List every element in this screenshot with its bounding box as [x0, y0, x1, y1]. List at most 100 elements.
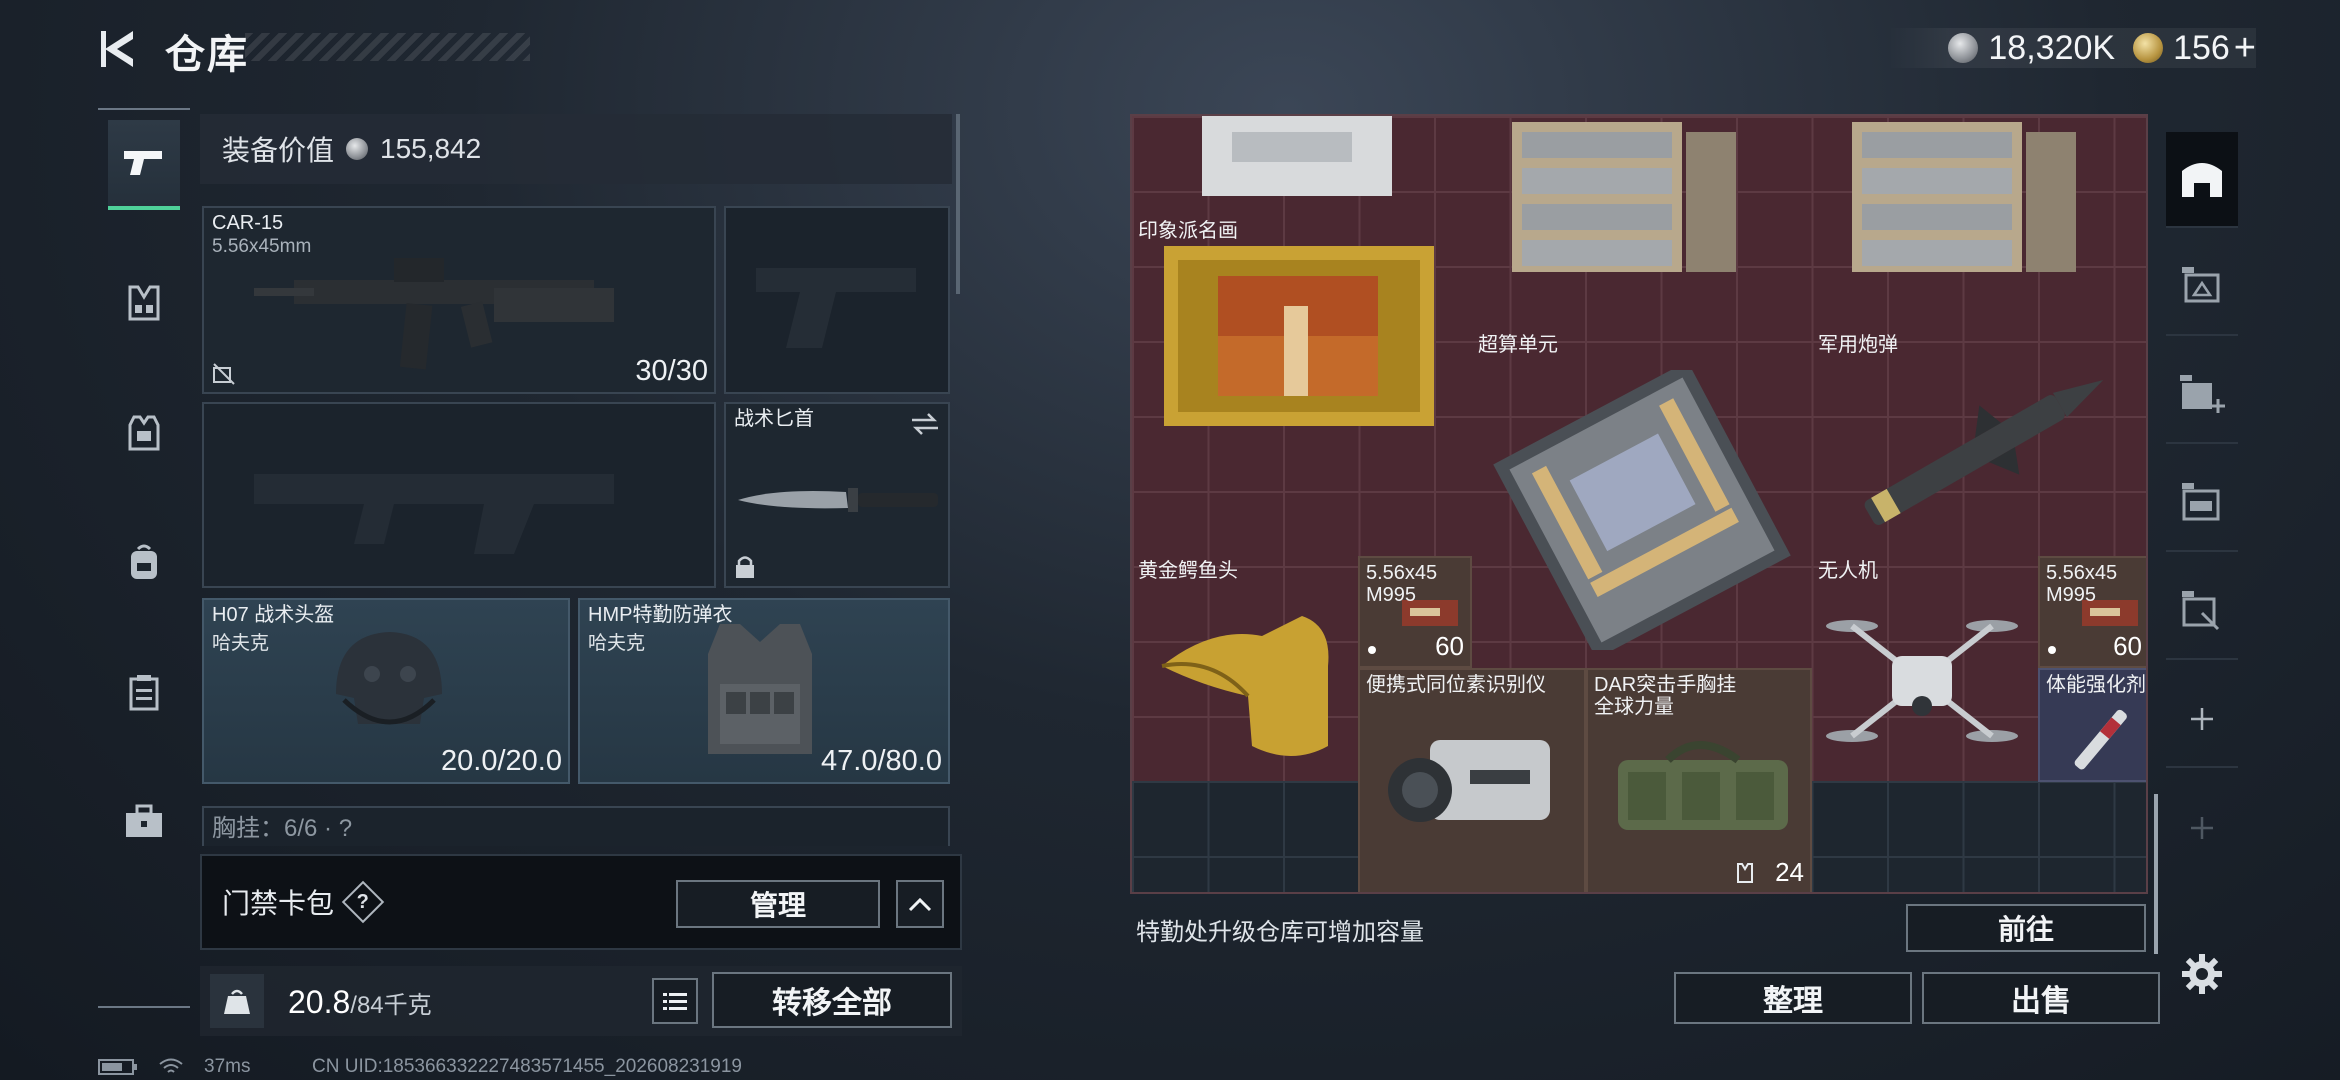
nav-armor[interactable] — [108, 388, 180, 478]
status-bar: 37ms — [98, 1056, 250, 1078]
manage-button[interactable]: 管理 — [676, 880, 880, 928]
stash-item-dar-rig[interactable]: DAR突击手胸挂 全球力量 24 — [1586, 668, 1812, 892]
briefcase-icon — [126, 804, 162, 837]
stash-tab-3[interactable] — [2166, 348, 2238, 444]
item-dot-indicator — [1368, 646, 1376, 654]
add-currency-button[interactable]: + — [2234, 27, 2256, 70]
stash-folder-icon — [2182, 483, 2220, 521]
stash-item-isotope[interactable]: 便携式同位素识别仪 — [1358, 668, 1586, 892]
stash-tab-2[interactable] — [2166, 240, 2238, 336]
item-name: 军用炮弹 — [1818, 334, 1898, 356]
pouch-icon — [129, 675, 159, 711]
equipment-value-label: 装备价值 — [222, 135, 335, 166]
gold-amount: 156 — [2173, 28, 2230, 67]
weight-current: 20.8 — [288, 984, 351, 1020]
rifle-silhouette-icon — [254, 474, 614, 554]
weight-max: /84千克 — [350, 992, 432, 1019]
list-button[interactable] — [652, 978, 698, 1024]
helmet-durability: 20.0/20.0 — [441, 745, 562, 777]
stash-item-painting[interactable]: 印象派名画 — [1132, 216, 1472, 434]
back-button[interactable] — [96, 26, 142, 72]
nav-chest-rig[interactable] — [108, 258, 180, 348]
stash-item-ammo-2[interactable]: 5.56x45 M995 60 — [2038, 556, 2146, 668]
pistol-silhouette-icon — [756, 268, 916, 348]
ping-value: 37ms — [204, 1056, 251, 1077]
stash-tab-5[interactable] — [2166, 564, 2238, 660]
backpack-icon — [131, 544, 157, 579]
top-bar: 仓库 18,320K 156 + — [0, 0, 2340, 100]
item-name: 体能强化剂 — [2046, 674, 2146, 696]
lock-icon — [736, 556, 754, 578]
power-unit-image — [1852, 122, 2076, 272]
item-name: 印象派名画 — [1138, 220, 1238, 242]
slot-secondary-weapon-empty[interactable] — [202, 402, 716, 588]
armor-brand: 哈夫克 — [588, 633, 646, 654]
page-title: 仓库 — [165, 33, 249, 77]
equipment-scrollbar[interactable] — [956, 114, 960, 294]
gold-coin-icon — [2133, 33, 2164, 63]
stash-item-partial-3[interactable] — [1812, 116, 2146, 334]
nav-case[interactable] — [108, 776, 180, 866]
stash-item-stamina[interactable]: 体能强化剂 — [2038, 668, 2146, 782]
sort-button[interactable]: 整理 — [1674, 972, 1912, 1024]
slot-chest-rig[interactable]: 胸挂：6/6 · ? — [202, 806, 950, 846]
goto-button[interactable]: 前往 — [1906, 904, 2146, 952]
transfer-all-button[interactable]: 转移全部 — [712, 972, 952, 1028]
help-button[interactable]: ? — [341, 880, 385, 924]
equipment-value: 155,842 — [380, 133, 482, 164]
nav-rail-bottom — [98, 1006, 190, 1008]
power-unit-image — [1512, 122, 1736, 272]
settings-button[interactable] — [2166, 926, 2238, 1022]
pistol-icon — [124, 151, 162, 175]
stash-item-ammo-1[interactable]: 5.56x45 M995 60 — [1358, 556, 1472, 668]
slot-melee[interactable]: 战术匕首 — [724, 402, 950, 588]
item-name: 5.56x45 M995 — [2046, 562, 2123, 606]
stash-item-partial-2[interactable] — [1472, 116, 1812, 334]
stash-item-supercomputer[interactable]: 超算单元 — [1472, 330, 1812, 660]
stash-item-gold-croc[interactable]: 黄金鳄鱼头 — [1132, 556, 1358, 782]
slot-sidearm-empty[interactable] — [724, 206, 950, 394]
weight-bar: 20.8/84千克 转移全部 — [200, 966, 962, 1036]
item-name: 5.56x45 M995 — [1366, 562, 1443, 606]
help-icon: ? — [356, 890, 370, 913]
card-bag-label: 门禁卡包 — [222, 888, 335, 919]
item-name: 无人机 — [1818, 560, 1878, 582]
stash-tab-add[interactable] — [2166, 672, 2238, 768]
stash-item-shell[interactable]: 军用炮弹 — [1812, 330, 2146, 560]
stash-item-drone[interactable]: 无人机 — [1812, 556, 2038, 782]
stash-tab-main[interactable] — [2166, 132, 2238, 228]
nav-pouch[interactable] — [108, 648, 180, 738]
item-name: 黄金鳄鱼头 — [1138, 560, 1238, 582]
stash-tools-icon — [2182, 591, 2220, 631]
silver-coin-icon — [346, 138, 369, 160]
nav-rail-top — [98, 108, 190, 110]
armor-durability: 47.0/80.0 — [821, 745, 942, 777]
helmet-image — [336, 632, 442, 725]
item-quantity: 24 — [1775, 857, 1804, 887]
stash-home-icon — [2182, 163, 2222, 197]
slot-body-armor[interactable]: HMP特勤防弹衣 哈夫克 47.0/80.0 — [578, 598, 950, 784]
slot-primary-weapon[interactable]: CAR-15 5.56x45mm 30/30 — [202, 206, 716, 394]
gear-icon — [2182, 954, 2222, 994]
plus-icon — [2191, 817, 2213, 839]
weapon-ammo: 30/30 — [635, 355, 708, 387]
slot-helmet[interactable]: H07 战术头盔 哈夫克 20.0/20.0 — [202, 598, 570, 784]
item-name: 便携式同位素识别仪 — [1366, 674, 1546, 696]
chest-rig-image — [1618, 741, 1788, 830]
currency-gold[interactable]: 156 + — [2133, 27, 2256, 70]
stash-tab-add-disabled — [2166, 780, 2238, 876]
stash-item-partial[interactable] — [1132, 116, 1472, 208]
equipment-category-nav — [98, 108, 190, 1008]
nav-weapons[interactable] — [108, 120, 180, 210]
currency-silver[interactable]: 18,320K — [1948, 29, 2115, 68]
no-attachment-icon — [213, 363, 235, 385]
container-image — [1202, 116, 1392, 196]
sell-button[interactable]: 出售 — [1922, 972, 2160, 1024]
user-uid: CN UID:185366332227483571455_20260823191… — [312, 1056, 742, 1077]
stash-tab-4[interactable] — [2166, 456, 2238, 552]
stash-scrollbar[interactable] — [2154, 794, 2158, 954]
nav-backpack[interactable] — [108, 518, 180, 608]
stash-add-page-icon — [2180, 375, 2225, 413]
collapse-button[interactable] — [896, 880, 944, 928]
injector-image — [2074, 709, 2127, 770]
